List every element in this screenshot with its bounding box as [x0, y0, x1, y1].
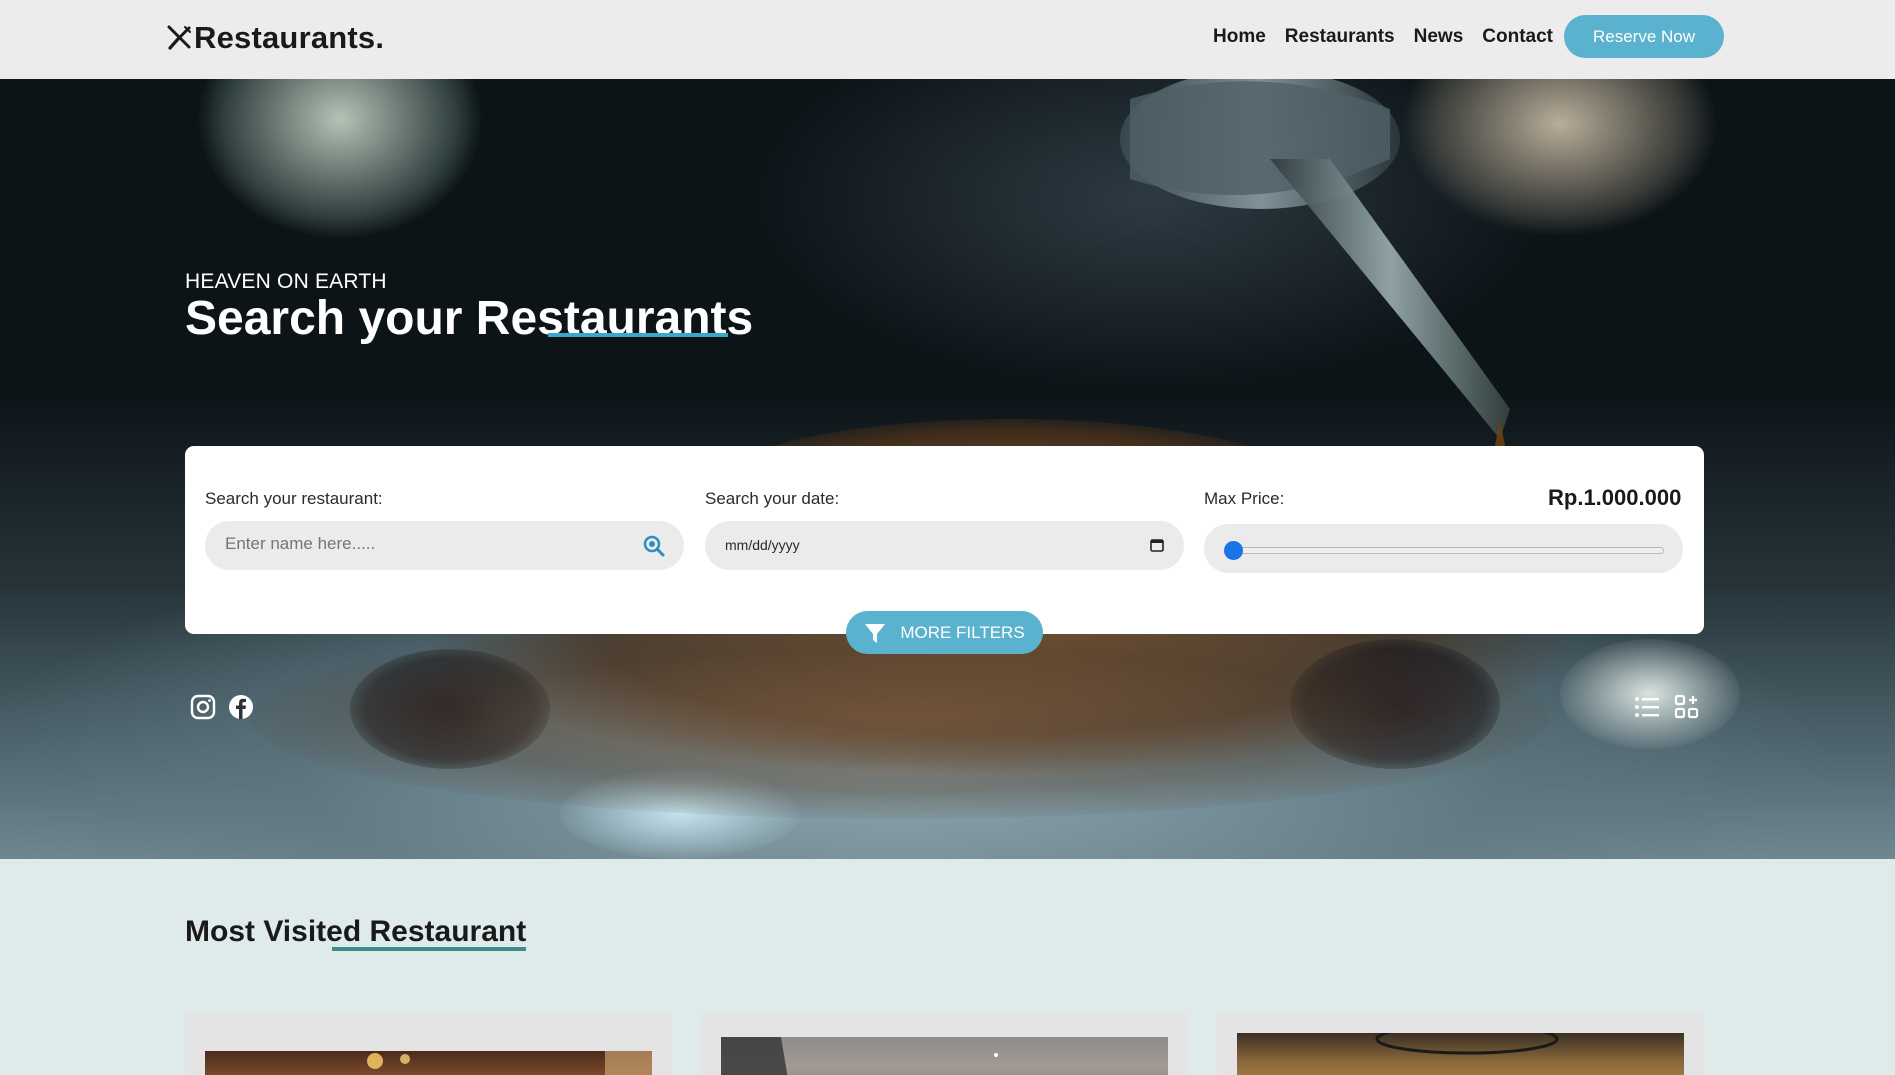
list-view-icon[interactable] [1634, 694, 1660, 720]
main-nav: Home Restaurants News Contact [1213, 26, 1553, 48]
nav-contact[interactable]: Contact [1482, 26, 1553, 48]
more-filters-button[interactable]: MORE FILTERS [846, 611, 1043, 654]
nav-home[interactable]: Home [1213, 26, 1266, 48]
restaurant-search-field [205, 521, 684, 570]
nav-restaurants[interactable]: Restaurants [1285, 26, 1395, 48]
instagram-icon[interactable] [190, 694, 216, 720]
logo[interactable]: Restaurants. [166, 20, 384, 56]
most-visited-title: Most Visited Restaurant [185, 915, 527, 948]
max-price-value: Rp.1.000.000 [1548, 485, 1682, 510]
restaurant-search-input[interactable] [225, 534, 605, 554]
date-field[interactable]: mm/dd/yyyy [705, 521, 1184, 570]
max-price-label: Max Price: [1204, 489, 1285, 508]
grid-view-icon[interactable] [1674, 694, 1700, 720]
filter-icon [865, 623, 886, 643]
date-input[interactable]: mm/dd/yyyy [725, 537, 800, 553]
restaurant-card[interactable] [1217, 1011, 1704, 1075]
restaurant-card-image[interactable] [205, 1051, 652, 1075]
calendar-icon[interactable] [1150, 538, 1164, 552]
nav-news[interactable]: News [1414, 26, 1464, 48]
search-icon[interactable] [642, 534, 666, 558]
price-slider[interactable] [1204, 524, 1683, 573]
section-title-underline [332, 947, 526, 951]
site-header: Restaurants. Home Restaurants News Conta… [0, 0, 1895, 79]
slider-track[interactable] [1234, 547, 1664, 554]
logo-text: Restaurants. [194, 20, 385, 55]
restaurant-card[interactable] [185, 1011, 672, 1075]
search-panel: Search your restaurant: Search your date… [185, 446, 1704, 634]
slider-thumb[interactable] [1224, 541, 1243, 560]
hero-title-underline [548, 333, 728, 337]
restaurant-search-label: Search your restaurant: [205, 489, 383, 508]
more-filters-label: MORE FILTERS [900, 622, 1025, 642]
cutlery-icon [167, 25, 191, 50]
restaurant-card-image[interactable] [1237, 1023, 1684, 1075]
restaurant-card-image[interactable] [721, 1037, 1168, 1075]
date-search-label: Search your date: [705, 489, 840, 508]
facebook-icon[interactable] [228, 694, 254, 720]
restaurant-hall-image [1375, 1023, 1559, 1055]
restaurant-building-image [721, 1037, 998, 1075]
reserve-now-button[interactable]: Reserve Now [1564, 15, 1724, 58]
restaurant-interior-image [367, 1051, 652, 1075]
restaurant-card[interactable] [701, 1011, 1188, 1075]
hero-title: Search your Restaurants [185, 292, 754, 345]
